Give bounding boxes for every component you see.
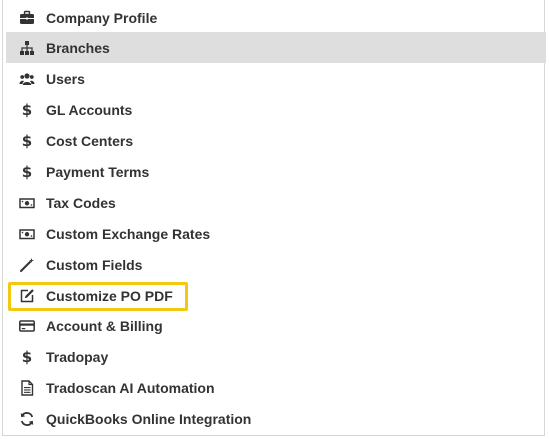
menu-item-label: Users	[46, 70, 85, 87]
menu-item-label: Account & Billing	[46, 317, 163, 334]
menu-item-tax-codes[interactable]: Tax Codes	[6, 187, 546, 218]
dollar-icon: $	[21, 131, 33, 150]
menu-item-label: Branches	[46, 39, 110, 56]
menu-item-label: GL Accounts	[46, 101, 133, 118]
menu-item-quickbooks-online-integration[interactable]: QuickBooks Online Integration	[6, 403, 546, 434]
sitemap-icon	[19, 40, 35, 56]
menu-item-company-profile[interactable]: Company Profile	[6, 2, 546, 33]
menu-item-label: Custom Exchange Rates	[46, 225, 211, 242]
menu-item-tradoscan-ai-automation[interactable]: Tradoscan AI Automation	[6, 372, 546, 403]
dollar-icon: $	[21, 162, 33, 181]
sync-icon	[19, 411, 35, 427]
dollar-icon: $	[21, 347, 33, 366]
menu-item-label: Cost Centers	[46, 132, 134, 149]
menu-item-label: Company Profile	[46, 9, 158, 26]
menu-item-label: Tax Codes	[46, 194, 116, 211]
menu-item-payment-terms[interactable]: $ Payment Terms	[6, 156, 546, 187]
menu-item-gl-accounts[interactable]: $ GL Accounts	[6, 94, 546, 125]
users-icon	[19, 71, 35, 87]
menu-item-custom-fields[interactable]: Custom Fields	[6, 249, 546, 280]
menu-item-custom-exchange-rates[interactable]: Custom Exchange Rates	[6, 218, 546, 249]
menu-item-label: QuickBooks Online Integration	[46, 410, 252, 427]
menu-item-label: Custom Fields	[46, 256, 143, 273]
dollar-icon: $	[21, 100, 33, 119]
menu-item-label: Payment Terms	[46, 163, 150, 180]
menu-item-customize-po-pdf[interactable]: Customize PO PDF	[6, 280, 546, 311]
menu-item-branches[interactable]: Branches	[6, 32, 546, 63]
money-bill-icon	[19, 226, 35, 242]
credit-card-icon	[19, 318, 35, 334]
magic-wand-icon	[19, 257, 35, 273]
edit-icon	[19, 288, 35, 304]
settings-menu-panel: Company Profile Branches Users $ GL Acco…	[2, 0, 546, 436]
file-text-icon	[19, 379, 35, 396]
money-bill-icon	[19, 195, 35, 211]
briefcase-icon	[19, 10, 35, 26]
menu-item-label: Tradoscan AI Automation	[46, 379, 215, 396]
menu-item-label: Customize PO PDF	[46, 287, 173, 304]
menu-item-account-billing[interactable]: Account & Billing	[6, 310, 546, 341]
menu-item-tradopay[interactable]: $ Tradopay	[6, 341, 546, 372]
menu-item-label: Tradopay	[46, 348, 109, 365]
menu-item-cost-centers[interactable]: $ Cost Centers	[6, 125, 546, 156]
menu-item-users[interactable]: Users	[6, 63, 546, 94]
